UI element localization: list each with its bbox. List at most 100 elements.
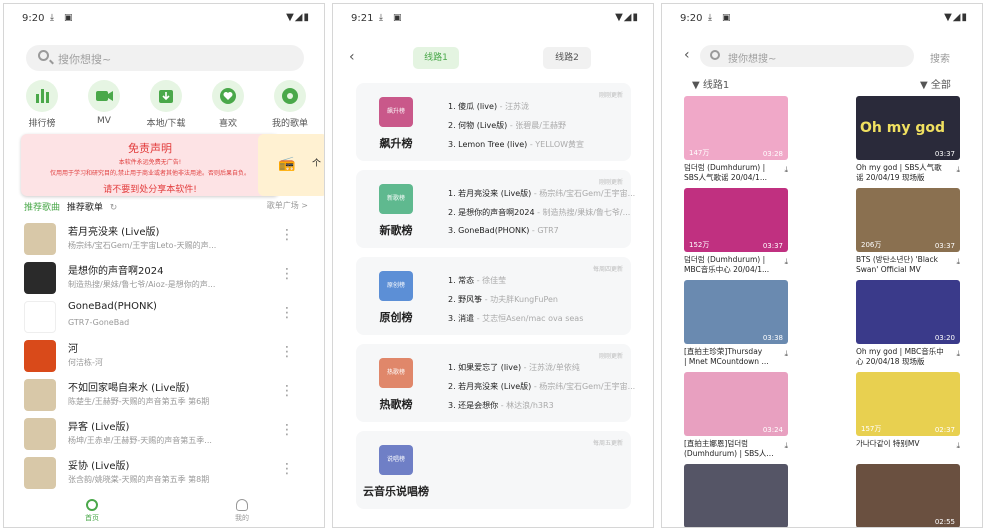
- video-thumbnail: 157万 02:37: [856, 372, 960, 436]
- caret-down-icon: ▼: [692, 80, 700, 91]
- rank-cover: 飙升榜: [379, 97, 413, 127]
- video-card[interactable]: 157万 02:37 가나다같이 特别MV ⤓: [856, 372, 960, 451]
- download-icon[interactable]: ⤓: [784, 165, 788, 175]
- nav-home-label: 首页: [85, 514, 99, 522]
- video-card[interactable]: 02:55: [856, 464, 960, 527]
- download-icon[interactable]: ⤓: [784, 257, 788, 267]
- download-icon[interactable]: ⤓: [956, 165, 960, 175]
- tab-recommend-songs[interactable]: 推荐歌曲: [24, 203, 60, 213]
- radio-icon: 📻: [278, 156, 296, 172]
- album-cover: [24, 379, 56, 411]
- rank-card[interactable]: 说唱榜 云音乐说唱榜 每周五更新: [356, 431, 631, 509]
- rank-card[interactable]: 原创榜 原创榜 每周四更新 1. 常态 - 徐佳莹 2. 野风筝 - 功夫胖KungFu…: [356, 257, 631, 335]
- category-my-playlists[interactable]: 我的歌单: [264, 80, 316, 129]
- video-caption: Oh my god | SBS人气歌 谣 20/04/19 现场版: [856, 163, 942, 182]
- rank-song-artist: - 汪苏泷/单依纯: [521, 363, 580, 372]
- more-vertical-icon[interactable]: ⋮: [280, 384, 294, 398]
- rank-song-artist: - 杨宗纬/宝石Gem/王宇宙...: [531, 189, 636, 198]
- refresh-icon[interactable]: ↻: [110, 203, 118, 213]
- song-row[interactable]: 若月亮没来 (Live版) 杨宗纬/宝石Gem/王宇宙Leto-天赐的声... ⋮: [24, 220, 314, 256]
- search-input[interactable]: 搜你想搜~: [700, 45, 914, 67]
- nav-home[interactable]: 首页: [80, 499, 104, 523]
- video-card[interactable]: [684, 464, 788, 527]
- song-row[interactable]: 妥协 (Live版) 张含韵/姚晓棠-天赐的声音第五季 第8期 ⋮: [24, 454, 314, 490]
- route1-tab[interactable]: 线路1: [413, 47, 459, 69]
- video-card[interactable]: 03:38 [直拍主珍荣]Thursday | Mnet MCountdown .…: [684, 280, 788, 367]
- view-count: 152万: [689, 241, 710, 249]
- category-mv[interactable]: MV: [78, 80, 130, 126]
- more-vertical-icon[interactable]: ⋮: [280, 423, 294, 437]
- video-thumbnail: 03:38: [684, 280, 788, 344]
- song-row[interactable]: 不如回家喝自来水 (Live版) 陈楚生/王赫野-天赐的声音第五季 第6期 ⋮: [24, 376, 314, 412]
- back-arrow-icon[interactable]: ‹: [684, 47, 690, 63]
- more-vertical-icon[interactable]: ⋮: [280, 228, 294, 242]
- category-rankings[interactable]: 排行榜: [16, 80, 68, 129]
- video-card[interactable]: 152万 03:37 덤더럼 (Dumhdurum) | MBC音乐中心 20/04…: [684, 188, 788, 275]
- video-card[interactable]: 03:20 Oh my god | MBC音乐中 心 20/04/18 现场版 ⤓: [856, 280, 960, 367]
- video-duration: 02:37: [934, 426, 955, 434]
- video-card[interactable]: 03:24 [直拍主娜恩]덤더럼 (Dumhdurum) | SBS人... ⤓: [684, 372, 788, 459]
- search-button[interactable]: 搜索: [930, 50, 950, 65]
- rank-song-line: 3. Lemon Tree (live) - YELLOW黄宣: [448, 139, 584, 150]
- video-thumbnail: [684, 464, 788, 527]
- rank-card[interactable]: 飙升榜 飙升榜 刚刚更新 1. 傻瓜 (live) - 汪苏泷 2. 何物 (Live版…: [356, 83, 631, 161]
- video-duration: 03:38: [762, 334, 783, 342]
- video-card[interactable]: 147万 03:28 덤더럼 (Dumhdurum) | SBS人气歌谣 20/04…: [684, 96, 788, 183]
- home-icon: [86, 499, 98, 511]
- download-icon[interactable]: ⤓: [956, 257, 960, 267]
- song-subtitle: 张含韵/姚晓棠-天赐的声音第五季 第8期: [68, 475, 210, 484]
- download-icon[interactable]: ⤓: [956, 441, 960, 451]
- album-cover: [24, 340, 56, 372]
- video-thumbnail: 03:20: [856, 280, 960, 344]
- route2-tab[interactable]: 线路2: [543, 47, 591, 69]
- rank-name: 新歌榜: [379, 224, 413, 237]
- rank-song-line: 2. 若月亮没来 (Live版) - 杨宗纬/宝石Gem/王宇宙...: [448, 381, 635, 392]
- video-card[interactable]: Oh my god 03:37 Oh my god | SBS人气歌 谣 20/04…: [856, 96, 960, 183]
- status-time: 9:20: [22, 13, 45, 24]
- rank-song-name: 3. 消遣: [448, 314, 475, 323]
- route-label: 线路1: [702, 80, 730, 91]
- download-status-icon: ⤓: [50, 13, 54, 23]
- download-icon[interactable]: ⤓: [784, 349, 788, 359]
- rank-song-artist: - 张碧晨/王赫野: [507, 121, 566, 130]
- song-row[interactable]: GoneBad(PHONK) GTR7-GoneBad ⋮: [24, 298, 314, 334]
- rank-name: 原创榜: [379, 311, 413, 324]
- route-selector[interactable]: ▼ 线路1: [692, 76, 729, 91]
- tab-recommend-playlist[interactable]: 推荐歌单: [67, 203, 103, 213]
- song-title: GoneBad(PHONK): [68, 301, 157, 312]
- album-cover: [24, 301, 56, 333]
- rank-song-line: 2. 是想你的声音啊2024 - 制造热搜/果妹/鲁七爷/...: [448, 207, 630, 218]
- download-icon[interactable]: ⤓: [784, 441, 788, 451]
- song-row[interactable]: 河何洁栋-河 ⋮: [24, 337, 314, 373]
- more-vertical-icon[interactable]: ⋮: [280, 306, 294, 320]
- rank-song-name: 1. 傻瓜 (live): [448, 102, 498, 111]
- category-favorites[interactable]: 喜欢: [202, 80, 254, 129]
- back-arrow-icon[interactable]: ‹: [349, 49, 355, 65]
- rank-card[interactable]: 新歌榜 新歌榜 刚刚更新 1. 若月亮没来 (Live版) - 杨宗纬/宝石Gem/王…: [356, 170, 635, 248]
- more-vertical-icon[interactable]: ⋮: [280, 462, 294, 476]
- more-vertical-icon[interactable]: ⋮: [280, 267, 294, 281]
- video-thumbnail: 206万 03:37: [856, 188, 960, 252]
- song-row[interactable]: 异客 (Live版) 杨坤/王赤卓/王赫野-天赐的声音第五季... ⋮: [24, 415, 314, 451]
- view-count: 157万: [861, 425, 882, 433]
- rank-song-name: 3. 还是会想你: [448, 401, 499, 410]
- rank-cover: 原创榜: [379, 271, 413, 301]
- category-local-download[interactable]: 本地/下载: [140, 80, 192, 129]
- playlist-square-link[interactable]: 歌单广场 >: [267, 200, 308, 211]
- video-card[interactable]: 206万 03:37 BTS (방탄소년단) 'Black Swan' Offici…: [856, 188, 960, 275]
- search-input[interactable]: 搜你想搜~: [26, 45, 304, 71]
- rank-cover: 热歌榜: [379, 358, 413, 388]
- song-row[interactable]: 是想你的声音啊2024 制造热搜/果妹/鲁七爷/Aioz-是想你的声... ⋮: [24, 259, 314, 295]
- nav-mine[interactable]: 我的: [230, 499, 254, 523]
- secondary-banner[interactable]: 📻 个: [258, 134, 324, 196]
- rank-song-line: 1. 如果爱忘了 (live) - 汪苏泷/单依纯: [448, 362, 580, 373]
- rank-song-line: 1. 若月亮没来 (Live版) - 杨宗纬/宝石Gem/王宇宙...: [448, 188, 635, 199]
- bottom-nav: 首页 我的: [4, 497, 324, 527]
- category-label: MV: [97, 116, 111, 126]
- more-vertical-icon[interactable]: ⋮: [280, 345, 294, 359]
- banner-title: 免责声明: [128, 142, 172, 155]
- download-icon[interactable]: ⤓: [956, 349, 960, 359]
- disclaimer-banner[interactable]: 免责声明 本软件永远免费无广告! 仅用用于学习和研究目的,禁止用于商业或者其他非…: [21, 134, 279, 196]
- filter-selector[interactable]: ▼ 全部: [920, 76, 951, 91]
- rank-card[interactable]: 热歌榜 热歌榜 刚刚更新 1. 如果爱忘了 (live) - 汪苏泷/单依纯 2. 若月…: [356, 344, 635, 422]
